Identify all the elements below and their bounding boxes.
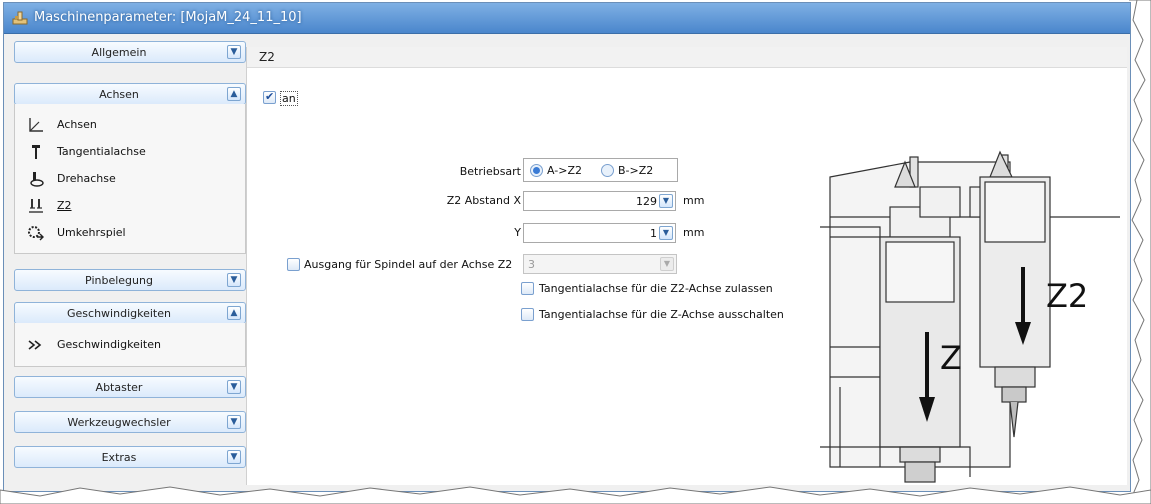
- machine-icon: [12, 11, 28, 25]
- panel-header-abtaster[interactable]: Abtaster ▼: [14, 376, 246, 398]
- tangential-z-checkbox[interactable]: [521, 308, 534, 321]
- abstand-y-value[interactable]: 1: [650, 227, 657, 240]
- sidebar-item-label: Drehachse: [57, 172, 116, 185]
- sidebar-item-label: Umkehrspiel: [57, 226, 126, 239]
- radio-b-z2-label[interactable]: B->Z2: [618, 164, 653, 177]
- z2-axis-label: Z2: [1046, 277, 1088, 315]
- spindle-output-value: 3: [528, 258, 535, 271]
- panel-label: Geschwindigkeiten: [67, 307, 171, 320]
- z2-settings-panel: Z2 an Betriebsart A->Z2 B->Z2 Z2 Abstand…: [246, 47, 1127, 485]
- abstand-x-value[interactable]: 129: [636, 195, 657, 208]
- panel-header-allgemein[interactable]: Allgemein ▼: [14, 41, 246, 63]
- chevron-down-icon[interactable]: ▼: [659, 226, 673, 240]
- spindle-output-select: 3 ▼: [523, 254, 677, 274]
- tangential-z-label[interactable]: Tangentialachse für die Z-Achse ausschal…: [539, 308, 784, 321]
- enable-z2-checkbox[interactable]: [263, 90, 276, 104]
- spindle-output-label[interactable]: Ausgang für Spindel auf der Achse Z2: [304, 258, 512, 271]
- sidebar-item-label: Tangentialachse: [57, 145, 146, 158]
- machine-parameters-window: Maschinenparameter: [MojaM_24_11_10] All…: [3, 2, 1131, 492]
- sidebar-item-tangentialachse[interactable]: Tangentialachse: [27, 143, 227, 161]
- abstand-x-label: Z2 Abstand X: [446, 194, 521, 207]
- sidebar-item-z2[interactable]: Z2: [27, 197, 227, 215]
- tangential-z2-label[interactable]: Tangentialachse für die Z2-Achse zulasse…: [539, 282, 773, 295]
- betriebsart-radio-group: A->Z2 B->Z2: [523, 158, 678, 182]
- chevron-up-icon[interactable]: ▲: [227, 87, 241, 101]
- panel-body-geschwindigkeiten: Geschwindigkeiten: [14, 323, 246, 367]
- backlash-icon: [28, 226, 44, 241]
- chevron-down-icon[interactable]: ▼: [227, 380, 241, 394]
- abstand-x-unit: mm: [683, 194, 705, 207]
- rotary-axis-icon: [30, 172, 44, 187]
- chevron-down-icon[interactable]: ▼: [227, 45, 241, 59]
- tangential-axis-icon: [32, 145, 40, 159]
- radio-a-z2[interactable]: [530, 164, 543, 177]
- z2-icon: [29, 199, 43, 213]
- radio-b-z2[interactable]: [601, 164, 614, 177]
- z-axis-label: Z: [940, 339, 962, 377]
- title-bar[interactable]: Maschinenparameter: [MojaM_24_11_10]: [4, 3, 1130, 34]
- section-header: Z2: [247, 47, 1127, 68]
- abstand-y-label: Y: [514, 226, 521, 239]
- enable-z2-label[interactable]: an: [280, 91, 298, 106]
- section-title: Z2: [259, 50, 275, 64]
- sidebar-item-geschwindigkeiten[interactable]: Geschwindigkeiten: [27, 336, 227, 354]
- sidebar-item-umkehrspiel[interactable]: Umkehrspiel: [27, 224, 227, 242]
- axes-icon: [29, 118, 43, 132]
- tangential-z2-checkbox[interactable]: [521, 282, 534, 295]
- panel-label: Allgemein: [91, 46, 147, 59]
- panel-label: Abtaster: [95, 381, 143, 394]
- panel-label: Werkzeugwechsler: [67, 416, 171, 429]
- chevron-down-icon[interactable]: ▼: [659, 194, 673, 208]
- chevron-down-icon[interactable]: ▼: [227, 273, 241, 287]
- radio-a-z2-label[interactable]: A->Z2: [547, 164, 582, 177]
- spindle-output-checkbox[interactable]: [287, 258, 300, 271]
- abstand-x-input[interactable]: 129 ▼: [523, 191, 676, 211]
- torn-edge-right: [1129, 0, 1151, 504]
- chevron-down-icon: ▼: [660, 257, 674, 271]
- sidebar-item-label: Geschwindigkeiten: [57, 338, 161, 351]
- panel-label: Achsen: [99, 88, 139, 101]
- abstand-y-input[interactable]: 1 ▼: [523, 223, 676, 243]
- abstand-y-unit: mm: [683, 226, 705, 239]
- panel-header-geschwindigkeiten[interactable]: Geschwindigkeiten ▲: [14, 302, 246, 324]
- panel-header-extras[interactable]: Extras ▼: [14, 446, 246, 468]
- sidebar-item-label: Z2: [57, 199, 72, 212]
- panel-label: Extras: [101, 451, 137, 464]
- speed-icon: [28, 340, 42, 350]
- panel-label: Pinbelegung: [85, 274, 153, 287]
- torn-edge-bottom: [0, 486, 1151, 504]
- window-title: Maschinenparameter: [MojaM_24_11_10]: [34, 10, 302, 25]
- betriebsart-label: Betriebsart: [459, 165, 521, 178]
- panel-header-achsen[interactable]: Achsen ▲: [14, 83, 246, 105]
- sidebar-item-drehachse[interactable]: Drehachse: [27, 170, 227, 188]
- panel-body-achsen: Achsen Tangentialachse Drehachse Z2 Umke…: [14, 104, 246, 254]
- chevron-up-icon[interactable]: ▲: [227, 306, 241, 320]
- sidebar-item-achsen[interactable]: Achsen: [27, 116, 227, 134]
- sidebar-item-label: Achsen: [57, 118, 97, 131]
- panel-header-werkzeugwechsler[interactable]: Werkzeugwechsler ▼: [14, 411, 246, 433]
- z2-illustration: Z2 Z: [820, 150, 1120, 483]
- chevron-down-icon[interactable]: ▼: [227, 450, 241, 464]
- chevron-down-icon[interactable]: ▼: [227, 415, 241, 429]
- panel-header-pinbelegung[interactable]: Pinbelegung ▼: [14, 269, 246, 291]
